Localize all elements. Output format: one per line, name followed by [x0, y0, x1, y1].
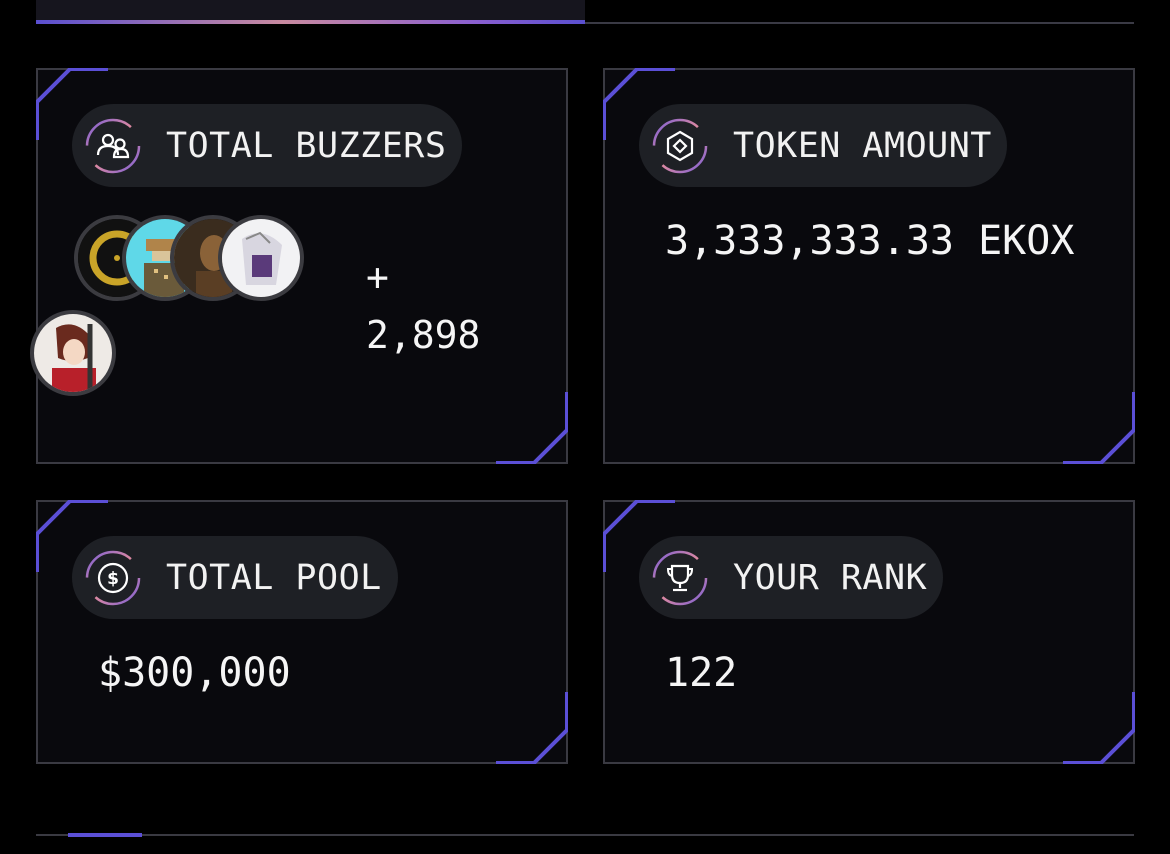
corner-accent: [1063, 392, 1135, 464]
corner-accent: [496, 692, 568, 764]
total-pool-value: $300,000: [98, 650, 291, 696]
users-icon: [84, 117, 142, 175]
corner-accent: [68, 833, 142, 837]
total-pool-pill: $ TOTAL POOL: [72, 536, 398, 619]
your-rank-pill: YOUR RANK: [639, 536, 943, 619]
total-pool-card: $ TOTAL POOL $300,000: [36, 500, 568, 764]
token-amount-value: 3,333,333.33 EKOX: [665, 218, 1075, 264]
avatar-4[interactable]: [218, 215, 304, 301]
your-rank-card: YOUR RANK 122: [603, 500, 1135, 764]
next-card-edge: [36, 833, 1134, 854]
total-buzzers-pill: TOTAL BUZZERS: [72, 104, 462, 187]
more-plus: +: [366, 255, 389, 299]
avatar-5[interactable]: [30, 310, 116, 396]
svg-text:$: $: [107, 569, 119, 589]
token-amount-pill: TOKEN AMOUNT: [639, 104, 1007, 187]
your-rank-label: YOUR RANK: [733, 557, 928, 598]
top-segment: [36, 0, 585, 20]
top-progress-bar: [36, 0, 1134, 24]
corner-accent: [1063, 692, 1135, 764]
progress-fill: [36, 20, 585, 24]
total-pool-label: TOTAL POOL: [166, 557, 382, 598]
your-rank-value: 122: [665, 650, 738, 696]
token-amount-label: TOKEN AMOUNT: [733, 125, 992, 166]
total-buzzers-label: TOTAL BUZZERS: [166, 125, 447, 166]
token-icon: [651, 117, 709, 175]
more-buzzers-count: + 2,898: [366, 248, 480, 364]
trophy-icon: [651, 549, 709, 607]
token-amount-card: TOKEN AMOUNT 3,333,333.33 EKOX: [603, 68, 1135, 464]
more-number: 2,898: [366, 313, 481, 357]
total-buzzers-card: TOTAL BUZZERS + 2,898: [30, 68, 568, 464]
dollar-coin-icon: $: [84, 549, 142, 607]
corner-accent: [496, 392, 568, 464]
